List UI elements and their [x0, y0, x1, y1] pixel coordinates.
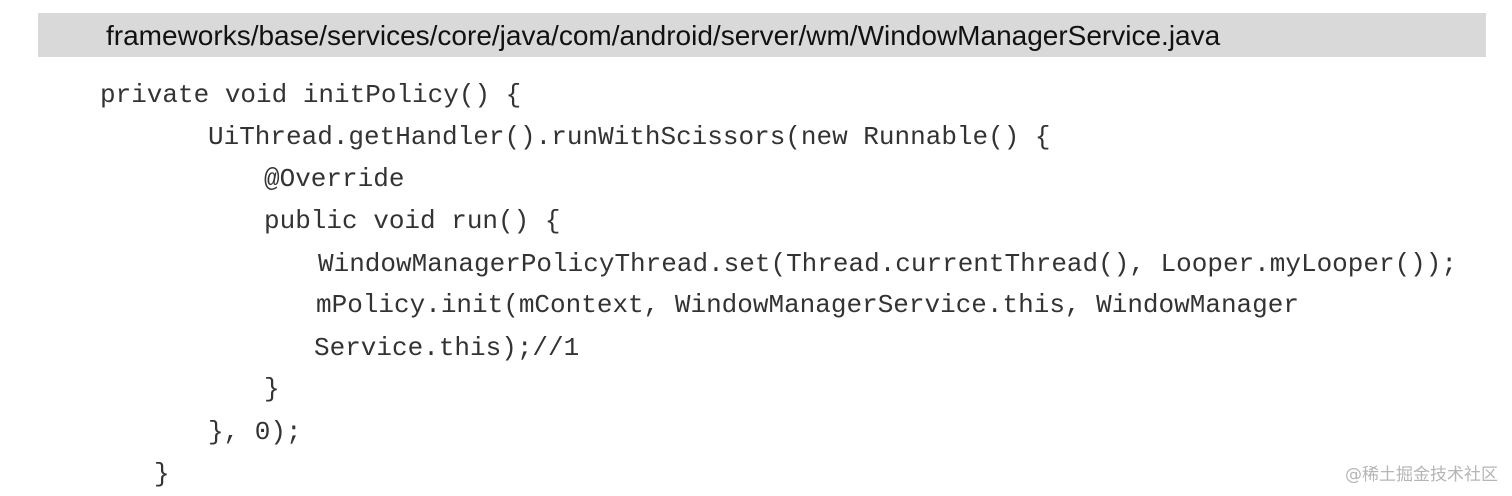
watermark: @稀土掘金技术社区 — [1345, 465, 1498, 485]
code-line: public void run() { — [264, 206, 561, 236]
code-line: @Override — [264, 164, 405, 194]
file-path-title: frameworks/base/services/core/java/com/a… — [106, 20, 1221, 51]
code-line: }, 0); — [208, 417, 302, 447]
code-line: } — [154, 459, 170, 489]
code-line: mPolicy.init(mContext, WindowManagerServ… — [316, 290, 1299, 320]
code-line: UiThread.getHandler().runWithScissors(ne… — [208, 122, 1051, 152]
code-line: private void initPolicy() { — [100, 80, 522, 110]
code-line: Service.this);//1 — [314, 333, 580, 363]
code-line: WindowManagerPolicyThread.set(Thread.cur… — [318, 249, 1457, 279]
code-line: } — [264, 374, 280, 404]
